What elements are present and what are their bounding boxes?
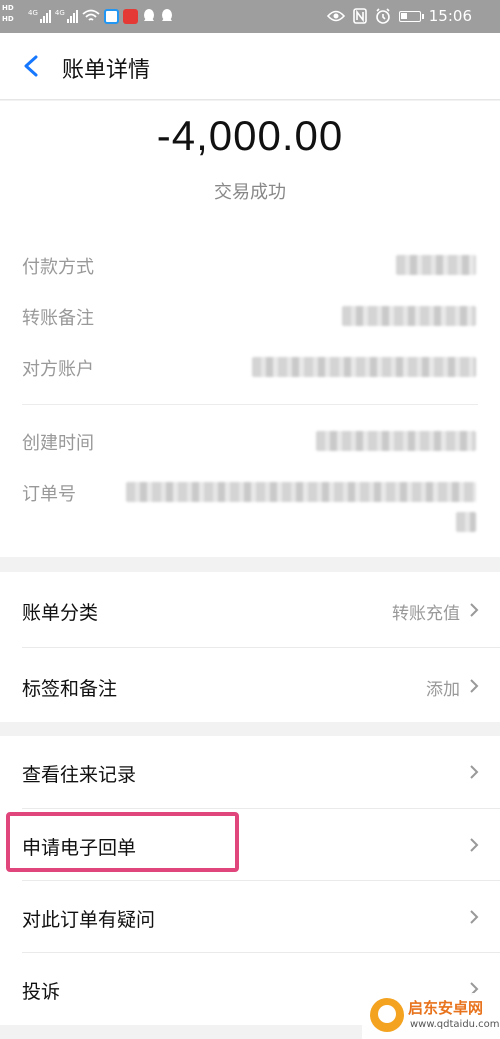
hd-indicator: HD HD xyxy=(2,3,14,25)
watermark: 启东安卓网 www.qdtaidu.com xyxy=(362,993,500,1039)
transaction-amount: -4,000.00 xyxy=(156,112,344,159)
created-time-value xyxy=(316,431,476,451)
qq-icon xyxy=(143,9,154,21)
watermark-url: www.qdtaidu.com xyxy=(410,1019,500,1030)
created-time-label: 创建时间 xyxy=(22,433,94,454)
battery-icon xyxy=(398,10,424,22)
signal-icon: 4G xyxy=(55,9,78,23)
order-question-row[interactable]: 对此订单有疑问 xyxy=(0,881,500,953)
alarm-icon xyxy=(375,8,390,24)
eye-icon xyxy=(326,10,345,22)
wifi-icon xyxy=(82,9,100,21)
app-icon xyxy=(122,8,138,24)
payment-method-label: 付款方式 xyxy=(22,257,94,278)
nav-bar: 账单详情 xyxy=(0,33,500,100)
transfer-note-value xyxy=(342,306,476,326)
tags-notes-value: 添加 xyxy=(426,680,460,700)
order-question-label: 对此订单有疑问 xyxy=(22,909,156,931)
order-number-value xyxy=(126,482,476,502)
counterparty-value xyxy=(252,357,476,377)
history-row[interactable]: 查看往来记录 xyxy=(0,736,500,809)
chevron-right-icon xyxy=(470,838,479,852)
tags-notes-row[interactable]: 标签和备注 添加 xyxy=(0,648,500,722)
bill-category-value: 转账充值 xyxy=(392,604,460,624)
transaction-status: 交易成功 xyxy=(214,182,286,203)
transfer-note-label: 转账备注 xyxy=(22,308,94,329)
tags-notes-label: 标签和备注 xyxy=(22,678,118,700)
status-right-icons: 15:06 xyxy=(326,6,472,26)
bill-category-row[interactable]: 账单分类 转账充值 xyxy=(0,572,500,648)
status-left-icons: 4G 4G xyxy=(28,4,174,28)
counterparty-label: 对方账户 xyxy=(22,359,94,380)
app-icon xyxy=(103,8,119,24)
hd-label-top: HD xyxy=(2,4,14,12)
highlight-box xyxy=(6,812,239,872)
status-bar: HD HD 4G 4G 15:06 xyxy=(0,0,500,33)
clock: 15:06 xyxy=(428,7,472,25)
chevron-right-icon xyxy=(470,765,479,779)
complaint-label: 投诉 xyxy=(22,981,61,1003)
order-number-label: 订单号 xyxy=(22,484,76,505)
chevron-left-icon[interactable] xyxy=(22,55,42,77)
payment-method-value xyxy=(396,255,476,275)
watermark-logo-icon xyxy=(370,998,404,1032)
chevron-right-icon xyxy=(470,679,479,693)
history-label: 查看往来记录 xyxy=(22,764,137,786)
signal-icon: 4G xyxy=(28,9,51,23)
chevron-right-icon xyxy=(470,910,479,924)
page-title: 账单详情 xyxy=(62,58,151,83)
bill-category-label: 账单分类 xyxy=(22,602,99,624)
nfc-icon xyxy=(352,8,367,24)
hd-label-bottom: HD xyxy=(2,15,14,23)
chevron-right-icon xyxy=(470,603,479,617)
order-number-value-cont xyxy=(456,512,476,532)
qq-icon xyxy=(161,9,172,21)
watermark-name: 启东安卓网 xyxy=(408,999,484,1017)
divider xyxy=(22,404,478,405)
